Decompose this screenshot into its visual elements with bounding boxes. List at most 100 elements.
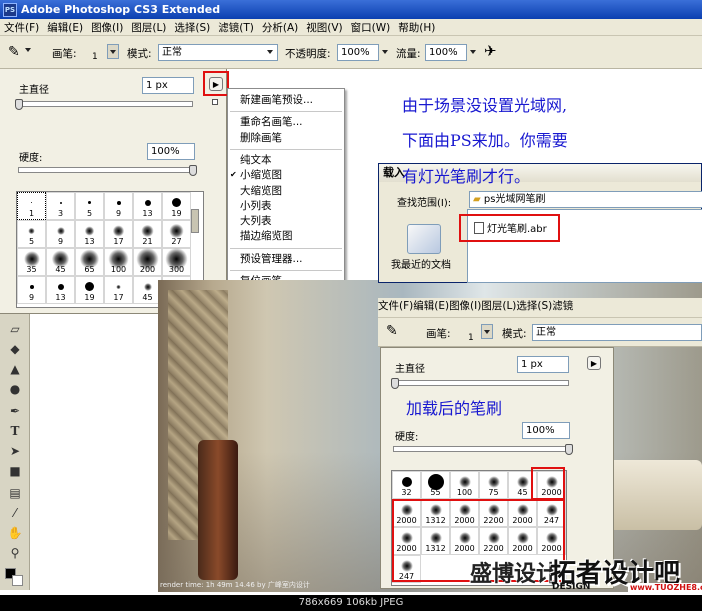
- menu-item-3[interactable]: 图层(L): [131, 20, 166, 35]
- brush-tool-icon[interactable]: ✎: [386, 323, 398, 339]
- hand-tool-icon[interactable]: ✋: [6, 524, 24, 542]
- hardness-slider-thumb[interactable]: [565, 444, 573, 455]
- flow-slider-arrow-icon[interactable]: [470, 50, 476, 54]
- brush-preset[interactable]: 45: [46, 248, 75, 276]
- mode-select[interactable]: 正常: [532, 324, 702, 341]
- context-menu-item[interactable]: 小缩览图: [228, 168, 344, 182]
- context-menu-item[interactable]: 纯文本: [228, 153, 344, 167]
- eyedropper-tool-icon[interactable]: ⁄: [6, 504, 24, 522]
- hardness-input[interactable]: 100%: [147, 143, 195, 160]
- diameter-slider-thumb[interactable]: [15, 99, 23, 110]
- zoom-tool-icon[interactable]: ⚲: [6, 544, 24, 562]
- context-menu-item[interactable]: 新建画笔预设...: [228, 93, 344, 107]
- brush-preset[interactable]: 17: [104, 276, 133, 304]
- brush-preset[interactable]: 3: [46, 192, 75, 220]
- context-menu-item[interactable]: 重命名画笔...: [228, 115, 344, 129]
- diameter-slider[interactable]: [18, 101, 193, 107]
- dodge-tool-icon[interactable]: ●: [6, 380, 24, 398]
- menu-item-4[interactable]: 选择(S): [174, 20, 210, 35]
- brush-preset[interactable]: 100: [104, 248, 133, 276]
- master-diameter-input[interactable]: 1 px: [517, 356, 569, 373]
- menu-item-5[interactable]: 滤镜(T): [218, 20, 254, 35]
- brush-preset[interactable]: 17: [104, 220, 133, 248]
- context-menu-item[interactable]: 删除画笔: [228, 131, 344, 145]
- loaded-brush[interactable]: 55: [421, 471, 450, 499]
- after-menu-bar: 文件(F)编辑(E)图像(I)图层(L)选择(S)滤镜: [378, 298, 702, 318]
- brush-tip-icon: [516, 476, 529, 488]
- brush-preset[interactable]: 9: [17, 276, 46, 304]
- blur-tool-icon[interactable]: ▲: [6, 360, 24, 378]
- loaded-brush[interactable]: 75: [479, 471, 508, 499]
- diameter-slider-thumb[interactable]: [391, 378, 399, 389]
- context-menu-item[interactable]: 大缩览图: [228, 184, 344, 198]
- after-menu-item-4[interactable]: 选择(S): [516, 300, 552, 312]
- opacity-input[interactable]: 100%: [337, 44, 379, 61]
- menu-item-9[interactable]: 帮助(H): [398, 20, 435, 35]
- brush-preset-size: 1: [28, 209, 35, 218]
- menu-item-8[interactable]: 窗口(W): [351, 20, 391, 35]
- recent-documents-icon[interactable]: [407, 224, 441, 254]
- brush-preset[interactable]: 21: [133, 220, 162, 248]
- brush-preset[interactable]: 19: [162, 192, 191, 220]
- after-menu-item-0[interactable]: 文件(F): [378, 300, 413, 312]
- new-preset-icon[interactable]: [212, 99, 218, 105]
- preset-grid-scrollbar[interactable]: [191, 209, 199, 233]
- brush-preset[interactable]: 19: [75, 276, 104, 304]
- hardness-slider[interactable]: [393, 446, 569, 452]
- path-selection-tool-icon[interactable]: ➤: [6, 442, 24, 460]
- brush-preset[interactable]: 35: [17, 248, 46, 276]
- brush-picker-button[interactable]: [107, 44, 119, 59]
- brush-size-label: 75: [488, 488, 499, 497]
- menu-item-7[interactable]: 视图(V): [306, 20, 342, 35]
- brush-preset[interactable]: 9: [104, 192, 133, 220]
- brush-preset[interactable]: 300: [162, 247, 191, 276]
- after-menu-item-5[interactable]: 滤镜: [552, 300, 573, 312]
- menu-item-2[interactable]: 图像(I): [91, 20, 123, 35]
- loaded-brush[interactable]: 32: [392, 471, 421, 499]
- eraser-tool-icon[interactable]: ▱: [6, 320, 24, 338]
- brush-preset[interactable]: 65: [75, 248, 104, 276]
- background-color-swatch[interactable]: [12, 575, 23, 586]
- diameter-slider[interactable]: [393, 380, 569, 386]
- look-in-select[interactable]: ▰ ps光域网笔刷: [469, 191, 702, 208]
- brush-preset[interactable]: 13: [75, 220, 104, 248]
- brush-preset[interactable]: 200: [133, 247, 162, 276]
- flow-input[interactable]: 100%: [425, 44, 467, 61]
- brush-preset[interactable]: 9: [46, 220, 75, 248]
- after-menu-item-3[interactable]: 图层(L): [481, 300, 516, 312]
- type-tool-icon[interactable]: T: [6, 422, 24, 440]
- context-menu-item[interactable]: 小列表: [228, 199, 344, 213]
- tool-preset-arrow-icon[interactable]: [25, 48, 31, 52]
- brush-preset[interactable]: 1: [17, 192, 46, 220]
- loaded-brush[interactable]: 100: [450, 471, 479, 499]
- notes-tool-icon[interactable]: ▤: [6, 484, 24, 502]
- master-diameter-input[interactable]: 1 px: [142, 77, 194, 94]
- menu-item-6[interactable]: 分析(A): [262, 20, 298, 35]
- brush-preset[interactable]: 5: [17, 220, 46, 248]
- pen-tool-icon[interactable]: ✒: [6, 402, 24, 420]
- paint-bucket-tool-icon[interactable]: ◆: [6, 340, 24, 358]
- airbrush-icon[interactable]: ✈: [484, 42, 497, 60]
- brush-preset[interactable]: 27: [162, 220, 191, 248]
- context-menu-item[interactable]: 预设管理器...: [228, 252, 344, 266]
- mode-select[interactable]: 正常: [158, 44, 278, 61]
- brush-tool-icon[interactable]: ✎: [8, 44, 20, 60]
- brush-picker-button[interactable]: [481, 324, 493, 339]
- menu-item-0[interactable]: 文件(F): [4, 20, 39, 35]
- recent-documents-label[interactable]: 我最近的文档: [391, 256, 451, 271]
- hardness-slider-thumb[interactable]: [189, 165, 197, 176]
- context-menu-item[interactable]: 大列表: [228, 214, 344, 228]
- hardness-slider[interactable]: [18, 167, 193, 173]
- hardness-input[interactable]: 100%: [522, 422, 570, 439]
- menu-item-1[interactable]: 编辑(E): [47, 20, 83, 35]
- opacity-slider-arrow-icon[interactable]: [382, 50, 388, 54]
- brush-preset[interactable]: 13: [133, 192, 162, 220]
- brush-preset[interactable]: 5: [75, 192, 104, 220]
- context-menu-item[interactable]: 描边缩览图: [228, 229, 344, 243]
- after-menu-item-1[interactable]: 编辑(E): [413, 300, 449, 312]
- brush-preset[interactable]: 13: [46, 276, 75, 304]
- after-options-bar: ✎ 画笔: 1 模式: 正常: [378, 318, 702, 347]
- rectangle-tool-icon[interactable]: ■: [6, 462, 24, 480]
- panel-menu-button[interactable]: ▶: [587, 356, 601, 370]
- after-menu-item-2[interactable]: 图像(I): [449, 300, 481, 312]
